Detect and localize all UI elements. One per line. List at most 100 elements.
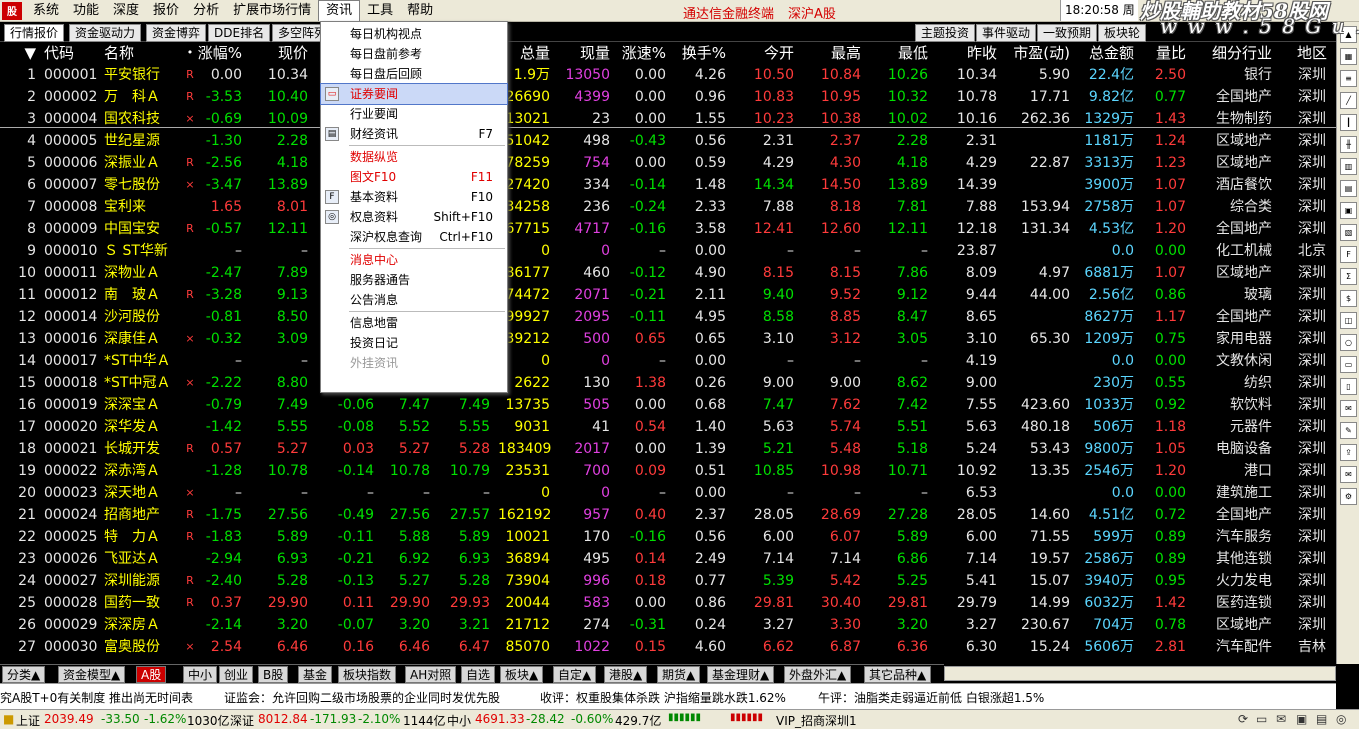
tab-dde-rank[interactable]: DDE排名 bbox=[208, 24, 271, 42]
toolbar-folder-icon[interactable]: ▭ bbox=[1340, 356, 1357, 373]
menu-extended-market[interactable]: 扩展市场行情 bbox=[226, 1, 318, 21]
table-row[interactable]: 10 000011 深物业Ａ -2.47 7.89 86177 460 -0.12 4.90 8.… bbox=[0, 262, 1336, 284]
col-prev-close[interactable]: 昨收 bbox=[940, 42, 997, 64]
info-menu-item-11[interactable]: 深沪权息查询 Ctrl+F10 bbox=[321, 227, 507, 247]
table-row[interactable]: 4 000005 世纪星源 -1.30 2.28 51042 498 -0.43 0.56 2.3… bbox=[0, 130, 1336, 152]
toolbar-export-icon[interactable]: ⇪ bbox=[1340, 444, 1357, 461]
info-menu-item-1[interactable]: 每日盘前参考 bbox=[321, 44, 507, 64]
info-menu-item-8[interactable]: 图文F10 F11 bbox=[321, 167, 507, 187]
table-row[interactable]: 12 000014 沙河股份 -0.81 8.50 99927 2095 -0.11 4.95 8… bbox=[0, 306, 1336, 328]
menu-system[interactable]: 系统 bbox=[26, 1, 66, 21]
col-low[interactable]: 最低 bbox=[870, 42, 928, 64]
toolbar-setting-icon[interactable]: ⚙ bbox=[1340, 488, 1357, 505]
col-turnover[interactable]: 换手% bbox=[676, 42, 726, 64]
category-tab-10[interactable]: 板块▲ bbox=[500, 666, 544, 683]
tab-consensus[interactable]: 一致预期 bbox=[1037, 24, 1098, 42]
toolbar-cmp-icon[interactable]: ◫ bbox=[1340, 312, 1357, 329]
table-row[interactable]: 8 000009 中国宝安 R -0.57 12.11 67715 4717 -0.16 3.58… bbox=[0, 218, 1336, 240]
toolbar-search-icon[interactable]: ○ bbox=[1340, 334, 1357, 351]
lock-screen-icon[interactable]: ▣ bbox=[1296, 712, 1307, 726]
info-menu-item-5[interactable]: ▤ 财经资讯 F7 bbox=[321, 124, 507, 144]
toolbar-kline-icon[interactable]: ╫ bbox=[1340, 136, 1357, 153]
col-sort-toggle[interactable]: ▼ bbox=[2, 42, 36, 64]
table-row[interactable]: 19 000022 深赤湾Ａ -1.28 10.78 -0.14 10.78 10.79 235… bbox=[0, 460, 1336, 482]
toolbar-news-icon[interactable]: ✉ bbox=[1340, 400, 1357, 417]
toolbar-mail-icon[interactable]: ✉ bbox=[1340, 466, 1357, 483]
table-row[interactable]: 27 000030 富奥股份 × 2.54 6.46 0.16 6.46 6.47 85070 10… bbox=[0, 636, 1336, 658]
globe-icon[interactable]: ◎ bbox=[1336, 712, 1346, 726]
category-tab-6[interactable]: 基金 bbox=[298, 666, 333, 683]
category-tab-2[interactable]: A股 bbox=[136, 666, 167, 683]
col-name[interactable]: 名称 bbox=[104, 42, 178, 64]
tab-fund-game[interactable]: 资金博弈 bbox=[146, 24, 207, 42]
category-tab-4[interactable]: 创业 bbox=[219, 666, 254, 683]
sme-index-value[interactable]: 4691.33 bbox=[475, 712, 525, 726]
table-row[interactable]: 20 000023 深天地Ａ × – – – – –0 0–0.00– – –6.53 0.0 0.00 建… bbox=[0, 482, 1336, 504]
horizontal-scrollbar[interactable] bbox=[944, 666, 1336, 681]
col-current-volume[interactable]: 现量 bbox=[560, 42, 610, 64]
category-tab-3[interactable]: 中小 bbox=[183, 666, 218, 683]
info-menu-item-2[interactable]: 每日盘后回顾 bbox=[321, 64, 507, 84]
table-row[interactable]: 25 000028 国药一致 R 0.37 29.90 0.11 29.90 29.93 2004… bbox=[0, 592, 1336, 614]
table-row[interactable]: 16 000019 深深宝Ａ -0.79 7.49 -0.06 7.47 7.49 13735 5… bbox=[0, 394, 1336, 416]
category-tab-16[interactable]: 其它品种▲ bbox=[864, 666, 932, 683]
col-amount[interactable]: 总金额 bbox=[1076, 42, 1134, 64]
col-open[interactable]: 今开 bbox=[740, 42, 794, 64]
toolbar-note-icon[interactable]: ✎ bbox=[1340, 422, 1357, 439]
menu-info[interactable]: 资讯 bbox=[318, 0, 361, 21]
category-tab-1[interactable]: 资金模型▲ bbox=[58, 666, 126, 683]
table-row[interactable]: 2 000002 万 科Ａ R -3.53 10.40 26690 4399 0.00 0.96 1… bbox=[0, 86, 1336, 108]
toolbar-chart-icon[interactable]: ╱ bbox=[1340, 92, 1357, 109]
ticker-item-3[interactable]: 午评：油脂类走弱逼近前低 白银涨超1.5% bbox=[818, 689, 1044, 706]
toolbar-grid-icon[interactable]: ▦ bbox=[1340, 48, 1357, 65]
image-icon[interactable]: ▤ bbox=[1316, 712, 1327, 726]
table-row[interactable]: 9 000010 Ｓ ST华新 – –0 0–0.00– – –23.87 0.0 0.00 化工机… bbox=[0, 240, 1336, 262]
category-tab-11[interactable]: 自定▲ bbox=[553, 666, 597, 683]
info-menu-item-4[interactable]: 行业要闻 bbox=[321, 104, 507, 124]
toolbar-fin-icon[interactable]: $ bbox=[1340, 290, 1357, 307]
toolbar-book-icon[interactable]: ▣ bbox=[1340, 202, 1357, 219]
toolbar-up-icon[interactable]: ▲ bbox=[1340, 26, 1357, 43]
toolbar-bar-icon[interactable]: ▥ bbox=[1340, 158, 1357, 175]
table-row[interactable]: 3 000004 国农科技 × -0.69 10.09 13021 23 0.00 1.55 10.… bbox=[0, 108, 1336, 130]
category-tab-14[interactable]: 基金理财▲ bbox=[707, 666, 775, 683]
col-pe[interactable]: 市盈(动) bbox=[1004, 42, 1070, 64]
tab-theme-invest[interactable]: 主题投资 bbox=[915, 24, 976, 42]
menu-depth[interactable]: 深度 bbox=[106, 1, 146, 21]
menu-function[interactable]: 功能 bbox=[66, 1, 106, 21]
table-row[interactable]: 7 000008 宝利来 1.65 8.01 34258 236 -0.24 2.33 7.88 8… bbox=[0, 196, 1336, 218]
ticker-item-1[interactable]: 证监会：允许回购二级市场股票的企业同时发优先股 bbox=[224, 689, 500, 706]
category-tab-13[interactable]: 期货▲ bbox=[657, 666, 701, 683]
category-tab-8[interactable]: AH对照 bbox=[405, 666, 457, 683]
menu-analysis[interactable]: 分析 bbox=[186, 1, 226, 21]
category-tab-7[interactable]: 板块指数 bbox=[338, 666, 397, 683]
table-row[interactable]: 23 000026 飞亚达Ａ -2.94 6.93 -0.21 6.92 6.93 36894 4… bbox=[0, 548, 1336, 570]
sh-index-value[interactable]: 2039.49 bbox=[44, 712, 94, 726]
tab-event-drive[interactable]: 事件驱动 bbox=[976, 24, 1037, 42]
col-price[interactable]: 现价 bbox=[252, 42, 308, 64]
ticker-item-0[interactable]: 究A股T+0有关制度 推出尚无时间表 bbox=[0, 689, 193, 706]
col-industry[interactable]: 细分行业 bbox=[1196, 42, 1272, 64]
category-tab-15[interactable]: 外盘外汇▲ bbox=[784, 666, 852, 683]
table-row[interactable]: 17 000020 深华发Ａ -1.42 5.55 -0.08 5.52 5.55 9031 41… bbox=[0, 416, 1336, 438]
minimize-icon[interactable]: ▭ bbox=[1256, 712, 1267, 726]
toolbar-candle-icon[interactable]: ┃ bbox=[1340, 114, 1357, 131]
toolbar-list-icon[interactable]: ≡ bbox=[1340, 70, 1357, 87]
email-icon[interactable]: ✉ bbox=[1276, 712, 1286, 726]
table-row[interactable]: 24 000027 深圳能源 R -2.40 5.28 -0.13 5.27 5.28 73904… bbox=[0, 570, 1336, 592]
toolbar-sum-icon[interactable]: Σ bbox=[1340, 268, 1357, 285]
col-volume-ratio[interactable]: 量比 bbox=[1140, 42, 1186, 64]
table-row[interactable]: 21 000024 招商地产 R -1.75 27.56 -0.49 27.56 27.57 16… bbox=[0, 504, 1336, 526]
info-menu-item-0[interactable]: 每日机构视点 bbox=[321, 24, 507, 44]
server-name[interactable]: VIP_招商深圳1 bbox=[776, 712, 857, 729]
info-menu-item-9[interactable]: F 基本资料 F10 bbox=[321, 187, 507, 207]
col-high[interactable]: 最高 bbox=[806, 42, 861, 64]
table-row[interactable]: 22 000025 特 力Ａ R -1.83 5.89 -0.11 5.88 5.89 10021… bbox=[0, 526, 1336, 548]
table-row[interactable]: 14 000017 *ST中华Ａ – –0 0–0.00– – –4.19 0.0 0.00 文教休… bbox=[0, 350, 1336, 372]
col-change-pct[interactable]: 涨幅% bbox=[196, 42, 242, 64]
info-menu-item-14[interactable]: 服务器通告 bbox=[321, 270, 507, 290]
menu-quote[interactable]: 报价 bbox=[146, 1, 186, 21]
table-row[interactable]: 15 000018 *ST中冠Ａ × -2.22 8.80 2622 130 1.38 0.26 9… bbox=[0, 372, 1336, 394]
info-menu-item-15[interactable]: 公告消息 bbox=[321, 290, 507, 310]
col-region[interactable]: 地区 bbox=[1292, 42, 1332, 64]
